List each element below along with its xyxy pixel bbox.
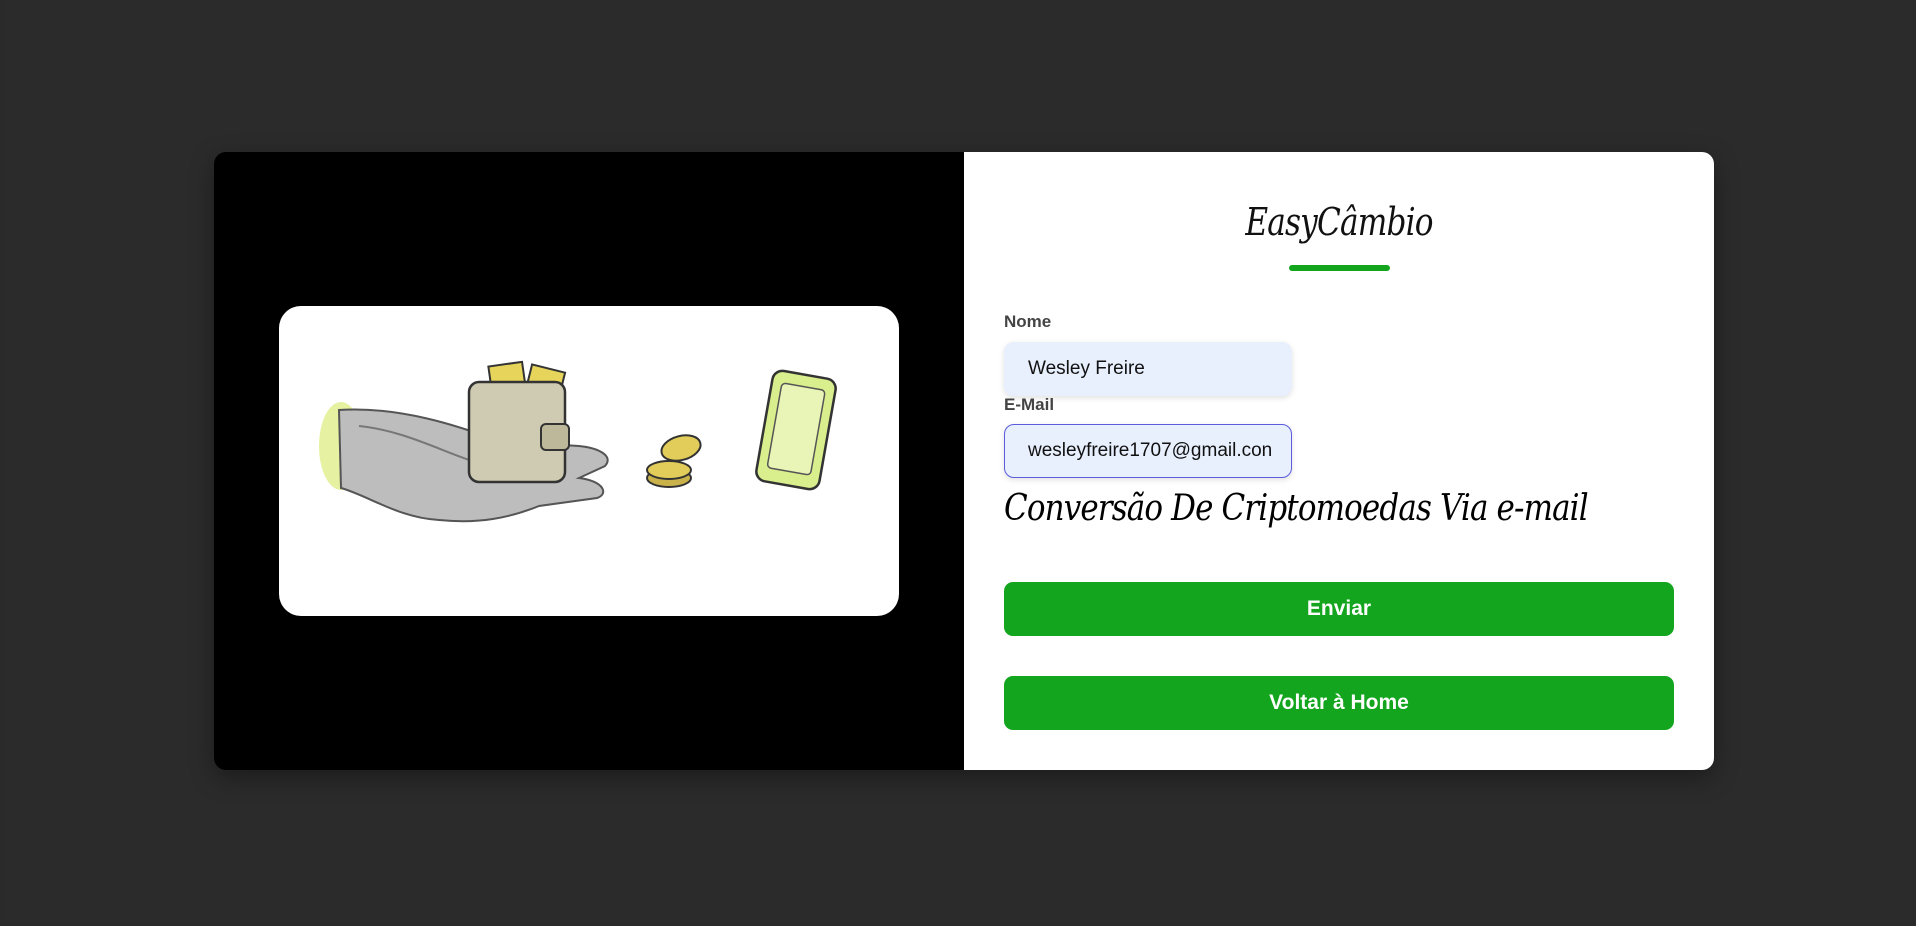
name-input[interactable]: Wesley Freire [1004,342,1292,396]
login-card: EasyCâmbio Nome Wesley Freire E-Mail wes… [214,152,1714,770]
coins-icon [646,434,702,488]
wallet-icon [467,360,570,484]
page-background: EasyCâmbio Nome Wesley Freire E-Mail wes… [4,0,1912,922]
brand-logo: EasyCâmbio [1245,200,1433,244]
illustration-panel [214,152,964,770]
email-label: E-Mail [1004,395,1055,414]
name-label: Nome [1004,312,1052,331]
illustration-image [279,306,899,616]
smartphone-icon [755,369,837,491]
form-panel: EasyCâmbio Nome Wesley Freire E-Mail wes… [964,152,1714,770]
brand-underline [1289,265,1390,271]
send-button[interactable]: Enviar [1004,582,1674,636]
tagline: Conversão De Criptomoedas Via e-mail [1004,488,1589,529]
email-input[interactable]: wesleyfreire1707@gmail.con [1004,424,1292,478]
back-home-button[interactable]: Voltar à Home [1004,676,1674,730]
